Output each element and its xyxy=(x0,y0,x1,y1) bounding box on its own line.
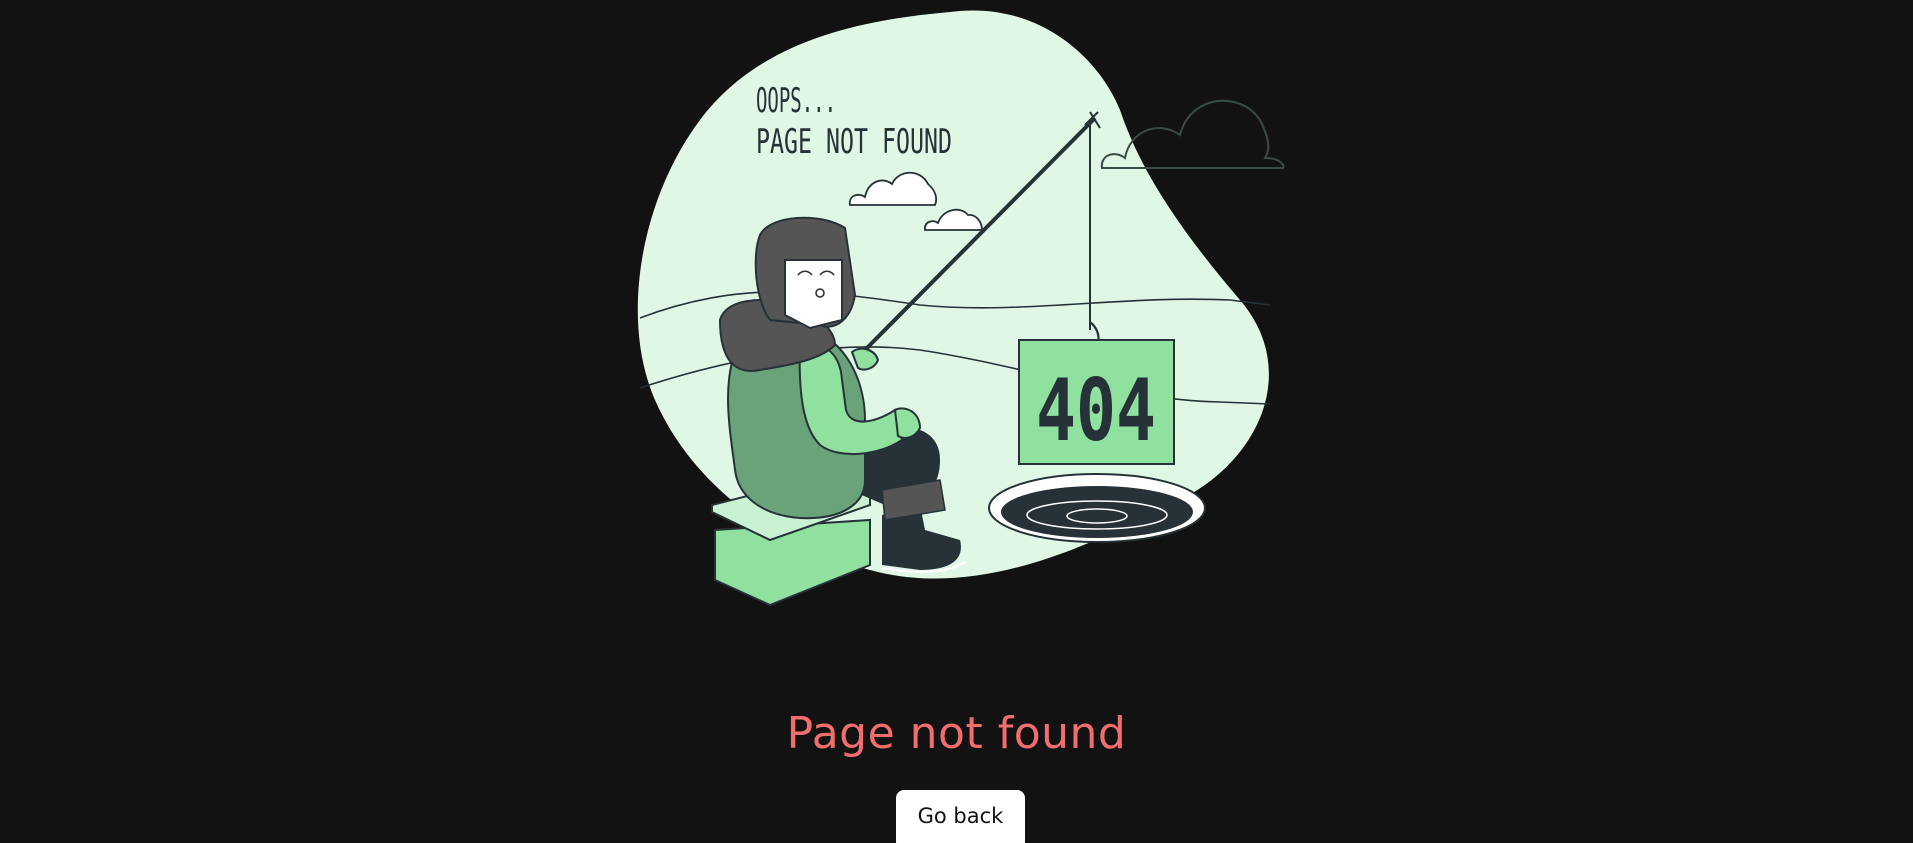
fishing-404-illustration: OOPS... PAGE NOT FOUND 404 xyxy=(620,0,1290,620)
not-found-page: OOPS... PAGE NOT FOUND 404 Page not foun… xyxy=(0,0,1913,843)
go-back-button[interactable]: Go back xyxy=(896,790,1025,843)
illustration-heading-line2: PAGE NOT FOUND xyxy=(756,122,952,162)
ice-hole xyxy=(1001,486,1193,538)
page-title: Page not found xyxy=(786,708,1127,759)
404-sign-text: 404 xyxy=(1036,361,1156,461)
illustration-heading-line1: OOPS... xyxy=(756,81,836,121)
face xyxy=(784,259,843,330)
illustration-svg: OOPS... PAGE NOT FOUND 404 xyxy=(637,10,1285,607)
